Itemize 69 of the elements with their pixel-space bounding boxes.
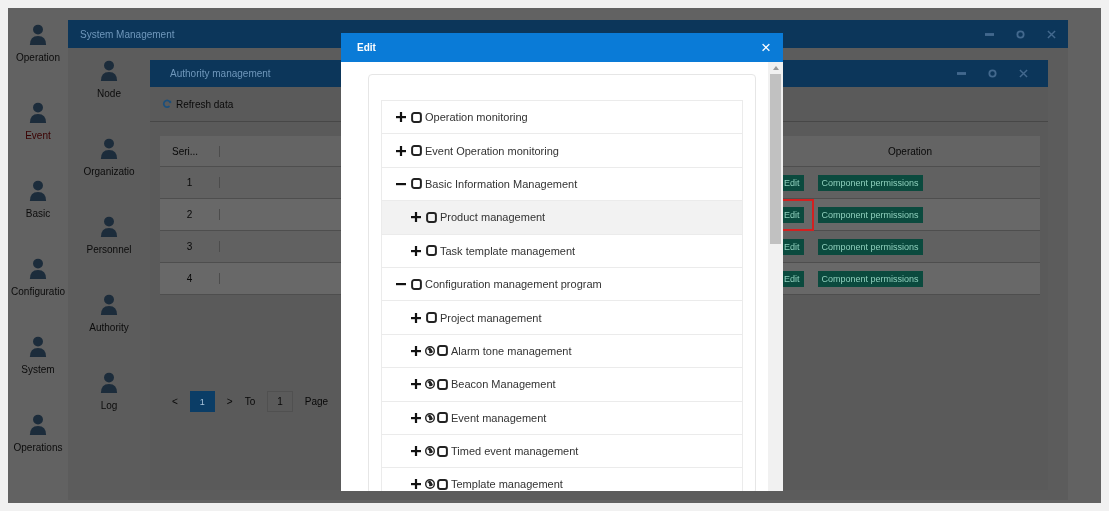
tree-row[interactable]: Timed event management — [382, 434, 742, 469]
checkbox[interactable] — [426, 312, 437, 324]
checkbox[interactable] — [437, 412, 448, 424]
column-header: Seri... — [160, 145, 220, 157]
tree-row[interactable]: Task template management — [382, 234, 742, 268]
checkbox[interactable] — [437, 445, 448, 457]
permissions-button[interactable]: Component permissions — [817, 238, 923, 255]
expand-icon[interactable] — [411, 379, 421, 390]
tree-label: Event management — [451, 411, 547, 424]
scrollbar[interactable] — [768, 62, 783, 491]
tree-label: Beacon Management — [451, 378, 556, 391]
sidebar-label[interactable]: Operation — [16, 52, 60, 63]
expand-icon[interactable] — [396, 145, 406, 156]
tree-row[interactable]: Project management — [382, 301, 742, 335]
sidebar-label[interactable]: System — [21, 364, 55, 375]
permissions-button[interactable]: Component permissions — [817, 206, 923, 223]
tree-label: Operation monitoring — [425, 111, 528, 124]
permissions-button[interactable]: Component permissions — [817, 174, 923, 191]
tree-row[interactable]: Beacon Management — [382, 368, 742, 402]
column-header: Operation — [887, 145, 933, 157]
expand-icon[interactable] — [396, 112, 406, 123]
checkbox[interactable] — [437, 378, 448, 390]
expand-icon[interactable] — [411, 212, 421, 223]
tree-label: Basic Information Management — [425, 177, 578, 190]
tree-row[interactable]: Configuration management program — [382, 267, 742, 302]
sidebar-label[interactable]: Configuratio — [11, 286, 65, 297]
checkbox[interactable] — [437, 345, 448, 357]
tree-row[interactable]: Event management — [382, 401, 742, 435]
expand-icon[interactable] — [411, 345, 421, 356]
table-cell: 3 — [160, 241, 220, 252]
close-button[interactable]: × — [761, 39, 771, 56]
tree-label: Template management — [451, 478, 563, 491]
dialog-title: Edit — [357, 42, 376, 53]
checkbox[interactable] — [411, 178, 422, 190]
tree-row[interactable]: Operation monitoring — [382, 101, 742, 135]
window-title: Authority management — [170, 68, 271, 79]
tree-label: Task template management — [440, 244, 576, 257]
sidebar-label[interactable]: Operations — [13, 442, 63, 453]
tree-label: Event Operation monitoring — [425, 144, 559, 157]
sidebar-label[interactable]: Basic — [25, 208, 51, 219]
table-cell: 1 — [160, 177, 220, 188]
checkbox[interactable] — [411, 145, 422, 157]
scrollbar-thumb[interactable] — [770, 74, 781, 244]
expand-icon[interactable] — [411, 245, 421, 256]
checkbox[interactable] — [426, 245, 437, 257]
page-label: Page — [304, 396, 329, 407]
expand-icon[interactable] — [411, 446, 421, 457]
checkbox[interactable] — [426, 211, 437, 223]
goto-label: To — [244, 396, 256, 407]
permissions-button[interactable]: Component permissions — [817, 270, 923, 287]
tree-label: Product management — [440, 211, 546, 224]
expand-icon[interactable] — [411, 412, 421, 423]
expand-icon[interactable] — [411, 479, 421, 490]
tree-row[interactable]: Product management — [382, 201, 742, 235]
tree-label: Configuration management program — [425, 278, 602, 291]
page-button[interactable]: 1 — [189, 391, 215, 412]
tree-label: Project management — [440, 311, 542, 324]
expand-icon[interactable] — [411, 312, 421, 323]
table-cell: 4 — [160, 273, 220, 284]
tree-label: Timed event management — [451, 445, 579, 458]
checkbox[interactable] — [411, 278, 422, 290]
table-cell: 2 — [160, 209, 220, 220]
checkbox[interactable] — [437, 479, 448, 490]
window-title: System Management — [80, 28, 175, 40]
tree-row[interactable]: Event Operation monitoring — [382, 134, 742, 168]
tree-row[interactable]: Alarm tone management — [382, 334, 742, 369]
tree-label: Alarm tone management — [451, 344, 572, 357]
tree-row[interactable]: Template management — [382, 468, 742, 491]
checkbox[interactable] — [411, 111, 422, 123]
